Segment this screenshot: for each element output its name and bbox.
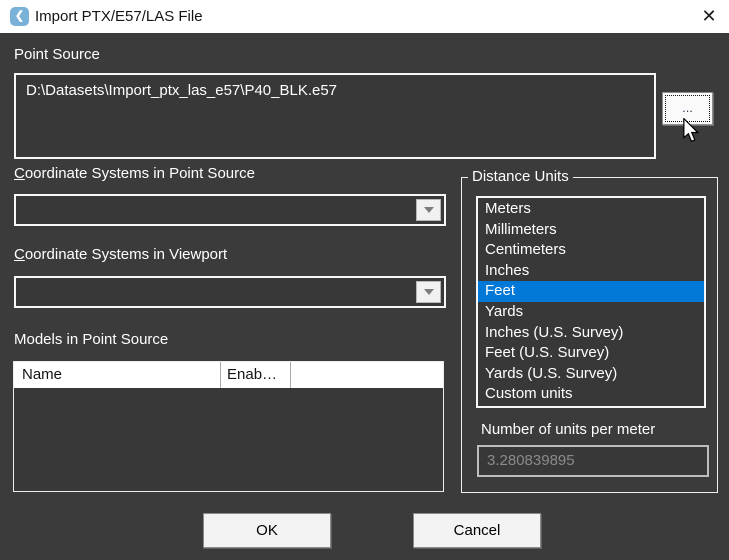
models-table-body [14,388,443,491]
models-table-header: Name Enab… [14,362,443,388]
window-title: Import PTX/E57/LAS File [35,0,203,33]
coord-viewport-dropdown-button[interactable] [416,281,441,303]
close-button[interactable]: ✕ [691,0,727,33]
unit-option[interactable]: Inches [478,261,704,282]
coord-source-dropdown-button[interactable] [416,199,441,221]
coord-viewport-combobox[interactable] [14,276,446,308]
column-header-filler [291,362,443,388]
chevron-down-icon [424,289,434,295]
distance-units-legend: Distance Units [468,168,573,185]
browse-button[interactable]: ... [662,92,713,125]
units-per-meter-label: Number of units per meter [481,421,655,438]
unit-option[interactable]: Feet (U.S. Survey) [478,343,704,364]
point-source-path: D:\Datasets\Import_ptx_las_e57\P40_BLK.e… [26,82,337,99]
unit-option[interactable]: Meters [478,199,704,220]
unit-option[interactable]: Inches (U.S. Survey) [478,323,704,344]
column-header-enabled[interactable]: Enab… [221,362,291,388]
models-label: Models in Point Source [14,331,168,348]
ok-button[interactable]: OK [203,513,331,548]
unit-option[interactable]: Millimeters [478,220,704,241]
point-source-label: Point Source [14,46,100,63]
cancel-button[interactable]: Cancel [413,513,541,548]
coord-source-label: Coordinate Systems in Point Source [14,165,255,182]
coord-source-combobox[interactable] [14,194,446,226]
close-icon: ✕ [701,6,716,27]
unit-option[interactable]: Yards [478,302,704,323]
units-per-meter-input: 3.280839895 [477,445,709,477]
coord-viewport-label: Coordinate Systems in Viewport [14,246,227,263]
models-table: Name Enab… [13,361,444,492]
titlebar: ❮ Import PTX/E57/LAS File ✕ [0,0,729,33]
unit-option[interactable]: Yards (U.S. Survey) [478,364,704,385]
point-source-input[interactable]: D:\Datasets\Import_ptx_las_e57\P40_BLK.e… [14,73,656,159]
unit-option[interactable]: Centimeters [478,240,704,261]
chevron-down-icon [424,207,434,213]
unit-option[interactable]: Feet [478,281,704,302]
unit-option[interactable]: Custom units [478,384,704,405]
column-header-name[interactable]: Name [14,362,221,388]
app-icon: ❮ [10,7,29,26]
distance-units-listbox[interactable]: MetersMillimetersCentimetersInchesFeetYa… [476,196,706,408]
import-dialog: ❮ Import PTX/E57/LAS File ✕ Point Source… [0,0,729,560]
